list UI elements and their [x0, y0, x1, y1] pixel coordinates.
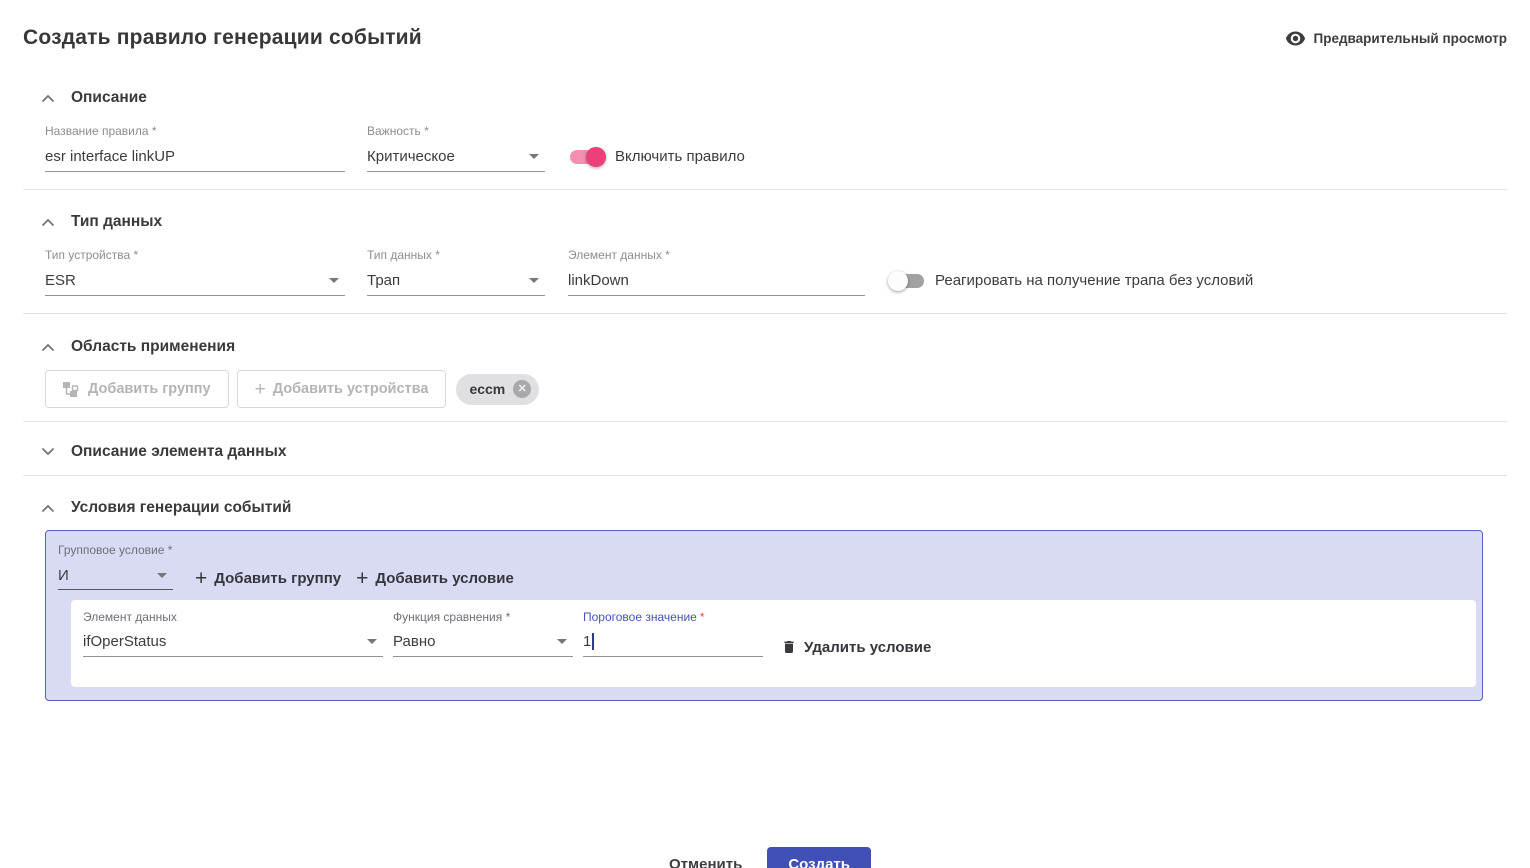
caret-down-icon — [157, 573, 167, 578]
section-title-data-type: Тип данных — [71, 213, 162, 231]
add-group-button-label: Добавить группу — [88, 381, 211, 397]
section-header-data-type[interactable]: Тип данных — [23, 213, 1507, 231]
section-divider — [23, 313, 1507, 314]
add-condition-button-label: Добавить условие — [375, 570, 513, 587]
page-header: Создать правило генерации событий Предва… — [23, 26, 1507, 50]
severity-select[interactable]: Критическое — [367, 148, 545, 172]
condition-data-element-label: Элемент данных — [83, 610, 383, 624]
rule-name-label: Название правила * — [45, 124, 345, 138]
sitemap-icon — [63, 382, 81, 397]
chevron-up-icon[interactable] — [42, 94, 54, 102]
toggle-thumb — [586, 147, 606, 167]
toggle-thumb — [888, 271, 908, 291]
condition-card: Элемент данных ifOperStatus Функция срав… — [71, 600, 1476, 687]
preview-button[interactable]: Предварительный просмотр — [1285, 31, 1507, 46]
section-title-element-description: Описание элемента данных — [71, 443, 286, 461]
chevron-up-icon[interactable] — [42, 218, 54, 226]
condition-threshold-field: Пороговое значение* 1 — [583, 610, 763, 657]
cancel-button[interactable]: Отменить — [659, 848, 752, 868]
add-devices-button-label: Добавить устройства — [273, 381, 429, 397]
caret-down-icon — [529, 278, 539, 283]
delete-condition-button-label: Удалить условие — [804, 639, 931, 656]
group-condition-field: Групповое условие * — [58, 543, 173, 566]
scope-chip-label: eccm — [469, 381, 505, 397]
data-element-label: Элемент данных * — [568, 248, 865, 262]
condition-threshold-input[interactable]: 1 — [583, 633, 763, 657]
plus-icon: + — [195, 568, 207, 589]
data-element-field: Элемент данных * linkDown — [568, 248, 865, 296]
create-event-rule-page: Создать правило генерации событий Предва… — [0, 0, 1530, 868]
add-devices-button[interactable]: + Добавить устройства — [237, 370, 447, 408]
enable-rule-toggle-label: Включить правило — [615, 148, 745, 165]
react-trap-toggle[interactable] — [890, 274, 924, 288]
close-circle-icon[interactable]: ✕ — [513, 380, 531, 398]
section-header-scope[interactable]: Область применения — [23, 338, 1507, 356]
device-type-select[interactable]: ESR — [45, 272, 345, 296]
severity-field: Важность * Критическое — [367, 124, 545, 172]
enable-rule-toggle[interactable] — [570, 150, 604, 164]
group-condition-select-wrap: И — [58, 566, 173, 590]
section-content-description: Название правила * esr interface linkUP … — [45, 124, 1507, 172]
eye-icon — [1285, 31, 1306, 46]
preview-button-label: Предварительный просмотр — [1314, 31, 1507, 46]
data-element-input[interactable]: linkDown — [568, 272, 865, 296]
plus-icon: + — [255, 380, 266, 399]
condition-group-box: Групповое условие * И + Добавить группу … — [45, 530, 1483, 701]
trash-icon — [781, 638, 797, 656]
data-type-field: Тип данных * Трап — [367, 248, 545, 296]
caret-down-icon — [329, 278, 339, 283]
condition-compare-label: Функция сравнения * — [393, 610, 573, 624]
device-type-label: Тип устройства * — [45, 248, 345, 262]
section-title-conditions: Условия генерации событий — [71, 499, 291, 517]
chevron-up-icon[interactable] — [42, 343, 54, 351]
add-group-button[interactable]: Добавить группу — [45, 370, 229, 408]
chevron-up-icon[interactable] — [42, 504, 54, 512]
add-condition-group-button[interactable]: + Добавить группу — [195, 568, 341, 589]
react-trap-toggle-label: Реагировать на получение трапа без услов… — [935, 272, 1253, 289]
section-divider — [23, 421, 1507, 422]
plus-icon: + — [356, 568, 368, 589]
condition-data-element-select[interactable]: ifOperStatus — [83, 633, 383, 657]
severity-label: Важность * — [367, 124, 545, 138]
caret-down-icon — [557, 639, 567, 644]
section-title-scope: Область применения — [71, 338, 235, 356]
form-actions: Отменить Создать — [23, 847, 1507, 868]
caret-down-icon — [367, 639, 377, 644]
condition-threshold-label: Пороговое значение* — [583, 610, 763, 624]
device-type-field: Тип устройства * ESR — [45, 248, 345, 296]
section-content-scope: Добавить группу + Добавить устройства ec… — [45, 370, 1507, 408]
condition-data-element-field: Элемент данных ifOperStatus — [83, 610, 383, 657]
text-cursor — [592, 633, 594, 650]
page-title: Создать правило генерации событий — [23, 26, 422, 50]
delete-condition-button[interactable]: Удалить условие — [781, 638, 931, 656]
section-divider — [23, 189, 1507, 190]
rule-name-field: Название правила * esr interface linkUP — [45, 124, 345, 172]
rule-name-input[interactable]: esr interface linkUP — [45, 148, 345, 172]
section-content-data-type: Тип устройства * ESR Тип данных * Трап Э… — [45, 248, 1507, 296]
create-button[interactable]: Создать — [767, 847, 871, 868]
section-header-description[interactable]: Описание — [23, 89, 1507, 107]
data-type-label: Тип данных * — [367, 248, 545, 262]
add-condition-button[interactable]: + Добавить условие — [356, 568, 514, 589]
group-condition-label: Групповое условие * — [58, 543, 173, 557]
required-asterisk: * — [700, 610, 705, 624]
section-title-description: Описание — [71, 89, 147, 107]
section-divider — [23, 475, 1507, 476]
scope-chip[interactable]: eccm ✕ — [456, 374, 539, 405]
chevron-down-icon[interactable] — [42, 448, 54, 456]
condition-compare-select[interactable]: Равно — [393, 633, 573, 657]
section-header-element-description[interactable]: Описание элемента данных — [23, 443, 1507, 461]
add-condition-group-button-label: Добавить группу — [214, 570, 341, 587]
group-condition-select[interactable]: И — [58, 566, 173, 590]
condition-compare-field: Функция сравнения * Равно — [393, 610, 573, 657]
caret-down-icon — [529, 154, 539, 159]
section-header-conditions[interactable]: Условия генерации событий — [23, 499, 1507, 517]
data-type-select[interactable]: Трап — [367, 272, 545, 296]
